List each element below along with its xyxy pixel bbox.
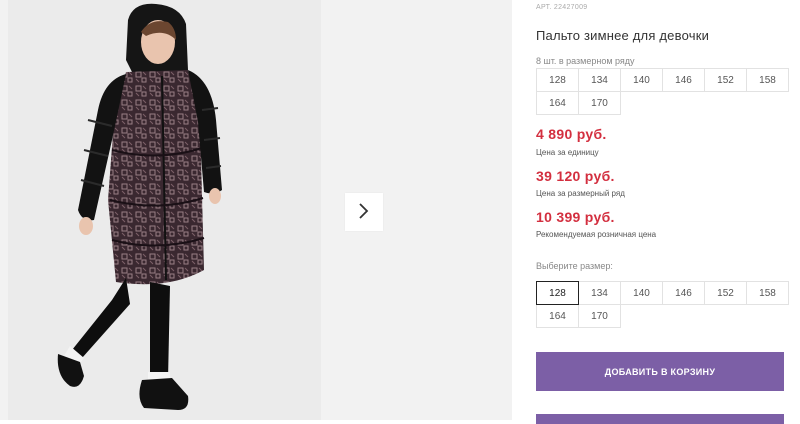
size-option[interactable]: 152 [704, 281, 747, 305]
product-title: Пальто зимнее для девочки [536, 28, 710, 43]
size-row-cell: 146 [662, 68, 705, 92]
size-row-cell: 140 [620, 68, 663, 92]
size-row-cell: 134 [578, 68, 621, 92]
size-row-cell: 128 [536, 68, 579, 92]
size-row-cell: 158 [746, 68, 789, 92]
size-option[interactable]: 134 [578, 281, 621, 305]
product-info: АРТ. 22427009 Пальто зимнее для девочки … [536, 0, 800, 424]
unit-price-label: Цена за единицу [536, 148, 599, 157]
size-row-grid: 128 134 140 146 152 158 164 170 [536, 68, 789, 115]
size-option[interactable]: 140 [620, 281, 663, 305]
product-gallery [0, 0, 512, 420]
secondary-action-button[interactable] [536, 414, 784, 424]
size-option[interactable]: 170 [578, 304, 621, 328]
girl-in-coat-image [8, 0, 321, 420]
size-selector: 128 134 140 146 152 158 164 170 [536, 281, 789, 328]
row-price: 39 120 руб. [536, 168, 615, 184]
chevron-right-icon [358, 202, 370, 223]
size-row-cell: 164 [536, 91, 579, 115]
next-image-button[interactable] [345, 193, 383, 231]
article-number: АРТ. 22427009 [536, 4, 588, 11]
unit-price: 4 890 руб. [536, 126, 607, 142]
size-row-label: 8 шт. в размерном ряду [536, 56, 635, 66]
size-option[interactable]: 158 [746, 281, 789, 305]
retail-price: 10 399 руб. [536, 209, 615, 225]
size-option[interactable]: 164 [536, 304, 579, 328]
size-option[interactable]: 146 [662, 281, 705, 305]
size-row-cell: 152 [704, 68, 747, 92]
add-to-cart-button[interactable]: ДОБАВИТЬ В КОРЗИНУ [536, 352, 784, 391]
product-photo [8, 0, 321, 420]
size-option-selected[interactable]: 128 [536, 281, 579, 305]
choose-size-label: Выберите размер: [536, 261, 613, 271]
size-row-cell: 170 [578, 91, 621, 115]
row-price-label: Цена за размерный ряд [536, 189, 625, 198]
retail-price-label: Рекомендуемая розничная цена [536, 230, 657, 239]
